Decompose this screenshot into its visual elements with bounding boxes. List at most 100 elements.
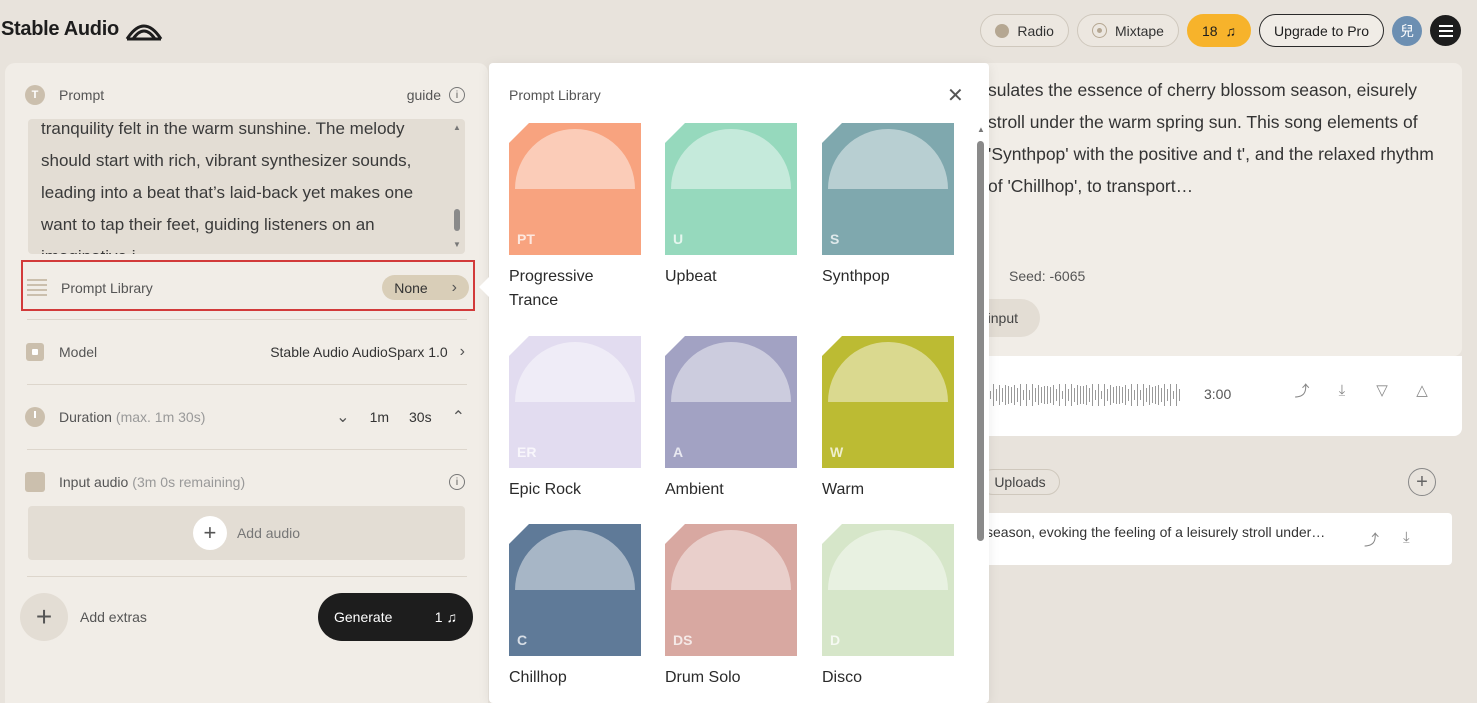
library-tile[interactable]: DS Drum Solo <box>665 524 797 690</box>
waveform-bar <box>1014 384 1015 405</box>
waveform-icon <box>25 472 45 492</box>
scroll-up-icon[interactable]: ▲ <box>977 125 985 134</box>
chevron-up-icon[interactable]: ⌃ <box>452 407 465 427</box>
library-tile[interactable]: ER Epic Rock <box>509 336 641 502</box>
waveform-bar <box>996 389 997 401</box>
thumbs-down-icon[interactable]: ▽ <box>1372 380 1392 400</box>
duration-row: Duration (max. 1m 30s) ⌄ 1m 30s ⌃ <box>25 407 465 427</box>
library-tile[interactable]: D Disco <box>822 524 954 690</box>
share-icon[interactable]: ⤴ <box>1364 529 1379 550</box>
info-icon: i <box>449 87 465 103</box>
generate-button[interactable]: Generate 1 ♫ <box>318 593 473 641</box>
waveform-bar <box>1164 384 1165 406</box>
prompt-input[interactable]: tranquility felt in the warm sunshine. T… <box>28 119 465 254</box>
input-audio-hint: (3m 0s remaining) <box>132 474 246 490</box>
library-tile[interactable]: PT Progressive Trance <box>509 123 641 313</box>
clock-icon <box>25 407 45 427</box>
thumbs-up-icon[interactable]: △ <box>1412 380 1432 400</box>
waveform-bar <box>1044 385 1045 405</box>
waveform-bar <box>1071 384 1072 406</box>
prompt-library-popup: Prompt Library ✕ PT Progressive Trance U Up… <box>479 63 989 703</box>
info-icon[interactable]: i <box>449 474 465 490</box>
library-select[interactable]: None › <box>382 275 469 300</box>
model-label: Model <box>59 344 98 360</box>
close-icon[interactable]: ✕ <box>947 83 964 108</box>
guide-link[interactable]: guide i <box>407 87 465 103</box>
waveform-bar <box>1176 384 1177 406</box>
waveform-bar <box>1173 390 1174 400</box>
tile-shape <box>828 530 948 590</box>
disc-icon <box>1091 23 1107 38</box>
radio-button[interactable]: Radio <box>980 14 1069 47</box>
popup-scrollbar[interactable]: ▲ <box>977 125 985 703</box>
list-item-text: season, evoking the feeling of a leisure… <box>986 524 1326 540</box>
library-value: None <box>394 279 428 296</box>
download-icon[interactable]: ⤓ <box>1403 529 1410 550</box>
list-item[interactable]: season, evoking the feeling of a leisure… <box>980 513 1452 565</box>
mixtape-button[interactable]: Mixtape <box>1076 14 1179 47</box>
add-extras-button[interactable]: + Add extras <box>20 593 147 641</box>
waveform-bar <box>1092 384 1093 406</box>
tile-shape <box>828 129 948 189</box>
waveform-bar <box>1038 384 1039 406</box>
share-icon[interactable]: ⤴ <box>1292 380 1312 400</box>
seed-text: Seed: -6065 <box>1009 268 1086 284</box>
menu-button[interactable] <box>1430 15 1461 46</box>
tile-artwork: ER <box>509 336 641 468</box>
library-tile[interactable]: C Chillhop <box>509 524 641 690</box>
scroll-thumb[interactable] <box>454 209 460 231</box>
waveform-bar <box>1011 386 1012 404</box>
duration-seconds[interactable]: 30s <box>409 409 432 425</box>
chevron-down-icon[interactable]: ⌄ <box>336 407 349 427</box>
prompt-scrollbar[interactable]: ▲ ▼ <box>451 123 463 249</box>
add-circle-button[interactable]: + <box>1408 468 1436 496</box>
app-logo[interactable]: Stable Audio <box>1 18 163 41</box>
tile-artwork: S <box>822 123 954 255</box>
waveform-bar <box>999 384 1000 406</box>
model-row[interactable]: Model Stable Audio AudioSparx 1.0 › <box>25 342 465 362</box>
credits-badge[interactable]: 18 ♫ <box>1186 14 1252 47</box>
prompt-library-row[interactable]: Prompt Library None › <box>21 260 475 311</box>
tile-abbr: DS <box>673 632 693 648</box>
tile-artwork: C <box>509 524 641 656</box>
scroll-up-icon[interactable]: ▲ <box>453 123 461 132</box>
plus-icon: + <box>192 516 227 550</box>
library-tile[interactable]: A Ambient <box>665 336 797 502</box>
tile-artwork: PT <box>509 123 641 255</box>
waveform-bar <box>1074 387 1075 403</box>
waveform-bar <box>1128 388 1129 402</box>
library-tile[interactable]: W Warm <box>822 336 954 502</box>
waveform-bar <box>1050 387 1051 403</box>
tile-shape <box>671 129 791 189</box>
waveform-bar <box>1179 389 1180 401</box>
divider <box>27 449 467 450</box>
download-icon[interactable]: ⤓ <box>1332 380 1352 400</box>
library-tile[interactable]: S Synthpop <box>822 123 954 289</box>
tile-abbr: W <box>830 444 844 460</box>
waveform[interactable] <box>990 380 1186 410</box>
guide-label: guide <box>406 87 441 103</box>
duration-minutes[interactable]: 1m <box>370 409 389 425</box>
duration-hint: (max. 1m 30s) <box>115 409 206 425</box>
waveform-bar <box>1041 386 1042 404</box>
library-tile[interactable]: U Upbeat <box>665 123 797 289</box>
waveform-bar <box>1113 387 1114 403</box>
prompt-panel: T Prompt guide i tranquility felt in the… <box>5 63 488 703</box>
waveform-bar <box>1026 384 1027 406</box>
tile-artwork: A <box>665 336 797 468</box>
waveform-bar <box>1017 388 1018 402</box>
add-audio-button[interactable]: + Add audio <box>28 506 465 560</box>
waveform-bar <box>1035 388 1036 402</box>
scroll-thumb[interactable] <box>977 141 984 541</box>
upgrade-button[interactable]: Upgrade to Pro <box>1259 14 1384 47</box>
tile-name: Ambient <box>665 481 724 498</box>
scroll-down-icon[interactable]: ▼ <box>453 240 461 249</box>
uploads-filter[interactable]: Uploads <box>980 469 1060 495</box>
avatar[interactable]: 兒 <box>1392 15 1422 46</box>
waveform-bar <box>1110 384 1111 406</box>
popup-title: Prompt Library <box>509 87 601 103</box>
tile-abbr: PT <box>517 231 535 247</box>
waveform-bar <box>1083 386 1084 404</box>
tile-artwork: DS <box>665 524 797 656</box>
tile-name: Upbeat <box>665 268 717 285</box>
